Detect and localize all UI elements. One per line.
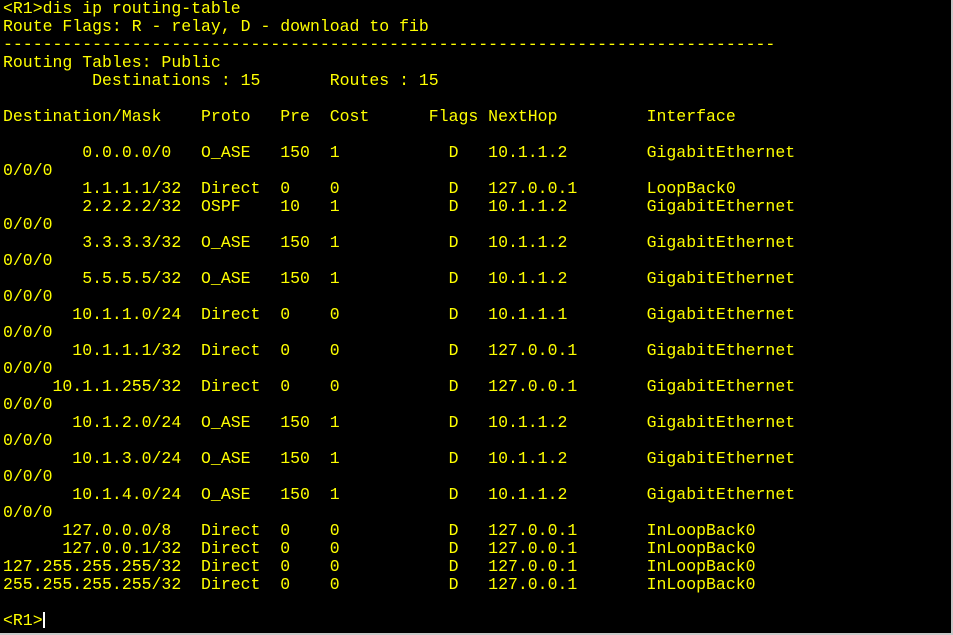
- route-row: 127.255.255.255/32 Direct 0 0 D 127.0.0.…: [3, 557, 756, 576]
- route-row-wrap: 0/0/0: [3, 395, 53, 414]
- table-header: Destination/Mask Proto Pre Cost Flags Ne…: [3, 107, 736, 126]
- route-row-wrap: 0/0/0: [3, 467, 53, 486]
- route-row: 127.0.0.0/8 Direct 0 0 D 127.0.0.1 InLoo…: [3, 521, 756, 540]
- terminal-line: Route Flags: R - relay, D - download to …: [3, 17, 429, 36]
- route-row-wrap: 0/0/0: [3, 431, 53, 450]
- route-row: 127.0.0.1/32 Direct 0 0 D 127.0.0.1 InLo…: [3, 539, 756, 558]
- terminal-output: <R1>dis ip routing-table Route Flags: R -…: [0, 0, 951, 630]
- route-row-wrap: 0/0/0: [3, 287, 53, 306]
- route-row-wrap: 0/0/0: [3, 503, 53, 522]
- terminal-line: <R1>dis ip routing-table: [3, 0, 241, 18]
- terminal-line: Destinations : 15 Routes : 15: [3, 71, 439, 90]
- route-row: 10.1.1.1/32 Direct 0 0 D 127.0.0.1 Gigab…: [3, 341, 796, 360]
- route-row: 2.2.2.2/32 OSPF 10 1 D 10.1.1.2 GigabitE…: [3, 197, 796, 216]
- route-row: 10.1.4.0/24 O_ASE 150 1 D 10.1.1.2 Gigab…: [3, 485, 796, 504]
- route-row-wrap: 0/0/0: [3, 359, 53, 378]
- route-row-wrap: 0/0/0: [3, 161, 53, 180]
- prompt-line[interactable]: <R1>: [3, 612, 951, 630]
- route-row: 5.5.5.5/32 O_ASE 150 1 D 10.1.1.2 Gigabi…: [3, 269, 796, 288]
- command-prompt: <R1>: [3, 611, 43, 630]
- route-row: 255.255.255.255/32 Direct 0 0 D 127.0.0.…: [3, 575, 756, 594]
- text-cursor: [42, 612, 45, 628]
- route-row: 10.1.1.255/32 Direct 0 0 D 127.0.0.1 Gig…: [3, 377, 796, 396]
- route-row: 10.1.1.0/24 Direct 0 0 D 10.1.1.1 Gigabi…: [3, 305, 796, 324]
- route-row-wrap: 0/0/0: [3, 323, 53, 342]
- route-row: 1.1.1.1/32 Direct 0 0 D 127.0.0.1 LoopBa…: [3, 179, 736, 198]
- route-row-wrap: 0/0/0: [3, 251, 53, 270]
- route-row: 10.1.2.0/24 O_ASE 150 1 D 10.1.1.2 Gigab…: [3, 413, 796, 432]
- terminal-line: ----------------------------------------…: [3, 35, 776, 54]
- route-row-wrap: 0/0/0: [3, 215, 53, 234]
- route-row: 10.1.3.0/24 O_ASE 150 1 D 10.1.1.2 Gigab…: [3, 449, 796, 468]
- route-row: 0.0.0.0/0 O_ASE 150 1 D 10.1.1.2 Gigabit…: [3, 143, 796, 162]
- route-row: 3.3.3.3/32 O_ASE 150 1 D 10.1.1.2 Gigabi…: [3, 233, 796, 252]
- terminal-line: Routing Tables: Public: [3, 53, 221, 72]
- terminal-window[interactable]: <R1>dis ip routing-table Route Flags: R -…: [0, 0, 953, 635]
